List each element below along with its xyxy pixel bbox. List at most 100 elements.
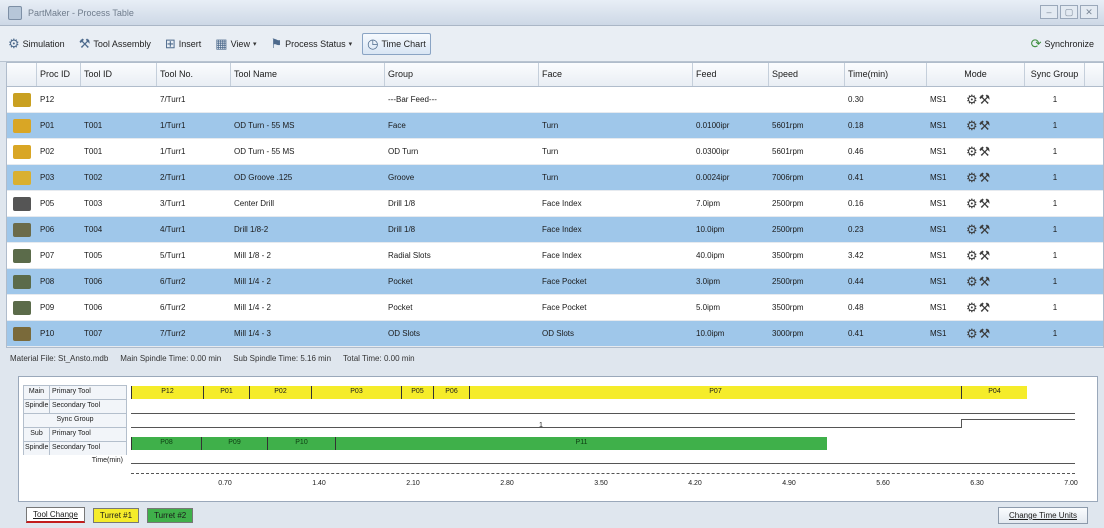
cell-face[interactable]: Face Pocket [539, 303, 693, 312]
cell-speed[interactable]: 5601rpm [769, 121, 845, 130]
close-button[interactable]: ✕ [1080, 5, 1098, 19]
cell-mode[interactable]: MS1 [927, 95, 963, 104]
cell-sync-group[interactable]: 1 [1025, 329, 1085, 338]
cell-face[interactable]: Face Index [539, 199, 693, 208]
cell-tool-name[interactable]: Mill 1/4 - 2 [231, 303, 385, 312]
cell-speed[interactable]: 3500rpm [769, 303, 845, 312]
cell-tool-id[interactable]: T005 [81, 251, 157, 260]
main-segment[interactable]: P06 [433, 386, 469, 399]
cell-sync-group[interactable]: 1 [1025, 95, 1085, 104]
cell-feed[interactable]: 7.0ipm [693, 199, 769, 208]
main-segment[interactable]: P07 [469, 386, 961, 399]
mode-icon[interactable]: ⚙⚒ [966, 118, 991, 133]
cell-proc[interactable]: P06 [37, 225, 81, 234]
cell-group[interactable]: OD Turn [385, 147, 539, 156]
sub-segment[interactable]: P10 [267, 437, 335, 450]
insert-button[interactable]: ⊞ Insert [161, 33, 205, 55]
cell-tool-no[interactable]: 4/Turr1 [157, 225, 231, 234]
view-button[interactable]: ▦ View ▾ [211, 33, 260, 55]
cell-group[interactable]: Groove [385, 173, 539, 182]
cell-feed[interactable]: 0.0100ipr [693, 121, 769, 130]
change-time-units-button[interactable]: Change Time Units [997, 506, 1088, 524]
cell-mode[interactable]: MS1 [927, 251, 963, 260]
cell-speed[interactable]: 2500rpm [769, 199, 845, 208]
cell-time[interactable]: 0.18 [845, 121, 927, 130]
table-row[interactable]: P12 7/Turr1 ---Bar Feed--- 0.30 MS1 ⚙⚒ 1 [7, 87, 1103, 113]
cell-speed[interactable]: 5601rpm [769, 147, 845, 156]
cell-proc[interactable]: P01 [37, 121, 81, 130]
main-segment[interactable]: P03 [311, 386, 401, 399]
cell-tool-no[interactable]: 6/Turr2 [157, 277, 231, 286]
cell-sync-group[interactable]: 1 [1025, 147, 1085, 156]
cell-tool-no[interactable]: 5/Turr1 [157, 251, 231, 260]
table-row[interactable]: P08 T006 6/Turr2 Mill 1/4 - 2 Pocket Face Poc… [7, 269, 1103, 295]
header-face[interactable]: Face [539, 63, 693, 86]
cell-tool-id[interactable]: T001 [81, 147, 157, 156]
mode-icon[interactable]: ⚙⚒ [966, 326, 991, 341]
mode-icon[interactable]: ⚙⚒ [966, 196, 991, 211]
cell-group[interactable]: Pocket [385, 303, 539, 312]
cell-sync-group[interactable]: 1 [1025, 303, 1085, 312]
cell-sync-group[interactable]: 1 [1025, 225, 1085, 234]
cell-tool-name[interactable]: Drill 1/8-2 [231, 225, 385, 234]
cell-face[interactable]: Face Index [539, 225, 693, 234]
cell-mode[interactable]: MS1 [927, 121, 963, 130]
cell-mode[interactable]: MS1 [927, 303, 963, 312]
cell-proc[interactable]: P02 [37, 147, 81, 156]
cell-mode[interactable]: MS1 [927, 225, 963, 234]
simulation-button[interactable]: ⚙ Simulation [4, 33, 69, 55]
main-segment[interactable]: P01 [203, 386, 249, 399]
minimize-button[interactable]: – [1040, 5, 1058, 19]
table-row[interactable]: P05 T003 3/Turr1 Center Drill Drill 1/8 Face … [7, 191, 1103, 217]
table-row[interactable]: P10 T007 7/Turr2 Mill 1/4 - 3 OD Slots OD Slo… [7, 321, 1103, 347]
cell-proc[interactable]: P07 [37, 251, 81, 260]
cell-speed[interactable]: 3500rpm [769, 251, 845, 260]
cell-proc[interactable]: P12 [37, 95, 81, 104]
cell-tool-name[interactable]: OD Turn - 55 MS [231, 147, 385, 156]
cell-sync-group[interactable]: 1 [1025, 121, 1085, 130]
cell-tool-id[interactable]: T006 [81, 303, 157, 312]
cell-mode[interactable]: MS1 [927, 147, 963, 156]
table-row[interactable]: P07 T005 5/Turr1 Mill 1/8 - 2 Radial Slots Fa… [7, 243, 1103, 269]
cell-feed[interactable]: 10.0ipm [693, 329, 769, 338]
process-status-button[interactable]: ⚑ Process Status ▾ [266, 33, 356, 55]
mode-icon[interactable]: ⚙⚒ [966, 300, 991, 315]
cell-feed[interactable]: 0.0300ipr [693, 147, 769, 156]
cell-tool-no[interactable]: 1/Turr1 [157, 121, 231, 130]
cell-sync-group[interactable]: 1 [1025, 173, 1085, 182]
mode-icon[interactable]: ⚙⚒ [966, 248, 991, 263]
main-segment[interactable]: P12 [131, 386, 203, 399]
cell-time[interactable]: 0.23 [845, 225, 927, 234]
cell-face[interactable]: Face Pocket [539, 277, 693, 286]
cell-group[interactable]: OD Slots [385, 329, 539, 338]
cell-group[interactable]: ---Bar Feed--- [385, 95, 539, 104]
header-speed[interactable]: Speed [769, 63, 845, 86]
cell-feed[interactable]: 0.0024ipr [693, 173, 769, 182]
cell-group[interactable]: Face [385, 121, 539, 130]
header-mode[interactable]: Mode [927, 63, 1025, 86]
header-group[interactable]: Group [385, 63, 539, 86]
table-row[interactable]: P01 T001 1/Turr1 OD Turn - 55 MS Face Turn 0.0… [7, 113, 1103, 139]
header-tool-name[interactable]: Tool Name [231, 63, 385, 86]
cell-tool-no[interactable]: 7/Turr1 [157, 95, 231, 104]
cell-tool-id[interactable]: T003 [81, 199, 157, 208]
cell-mode[interactable]: MS1 [927, 199, 963, 208]
header-time[interactable]: Time(min) [845, 63, 927, 86]
cell-group[interactable]: Drill 1/8 [385, 199, 539, 208]
cell-tool-no[interactable]: 2/Turr1 [157, 173, 231, 182]
cell-feed[interactable]: 10.0ipm [693, 225, 769, 234]
cell-face[interactable]: Turn [539, 147, 693, 156]
time-chart-button[interactable]: ◷ Time Chart [362, 32, 431, 55]
cell-speed[interactable]: 2500rpm [769, 225, 845, 234]
header-tool-no[interactable]: Tool No. [157, 63, 231, 86]
cell-proc[interactable]: P09 [37, 303, 81, 312]
cell-tool-name[interactable]: Center Drill [231, 199, 385, 208]
cell-feed[interactable]: 40.0ipm [693, 251, 769, 260]
cell-face[interactable]: Turn [539, 121, 693, 130]
cell-face[interactable]: Face Index [539, 251, 693, 260]
cell-time[interactable]: 3.42 [845, 251, 927, 260]
cell-sync-group[interactable]: 1 [1025, 199, 1085, 208]
sub-segment[interactable]: P09 [201, 437, 267, 450]
cell-mode[interactable]: MS1 [927, 173, 963, 182]
cell-time[interactable]: 0.41 [845, 329, 927, 338]
